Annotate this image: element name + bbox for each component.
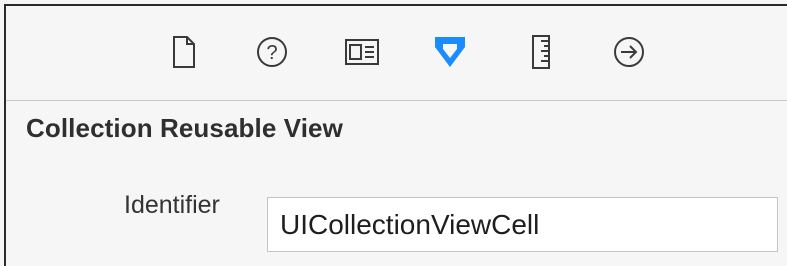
attributes-inspector-icon[interactable] — [430, 32, 470, 72]
file-inspector-icon[interactable] — [164, 32, 204, 72]
size-inspector-icon[interactable] — [521, 32, 561, 72]
identifier-field[interactable] — [267, 197, 778, 252]
inspector-toolbar: ? — [6, 6, 787, 101]
inspector-panel: ? Collection Reusable View Identifier UI… — [4, 4, 787, 266]
identity-inspector-icon[interactable] — [342, 32, 382, 72]
svg-text:?: ? — [266, 42, 277, 64]
identifier-label: Identifier — [124, 191, 220, 219]
quick-help-icon[interactable]: ? — [252, 32, 292, 72]
collection-reusable-view-section: Collection Reusable View Identifier — [6, 101, 787, 266]
section-title: Collection Reusable View — [26, 113, 343, 143]
connections-inspector-icon[interactable] — [609, 32, 649, 72]
